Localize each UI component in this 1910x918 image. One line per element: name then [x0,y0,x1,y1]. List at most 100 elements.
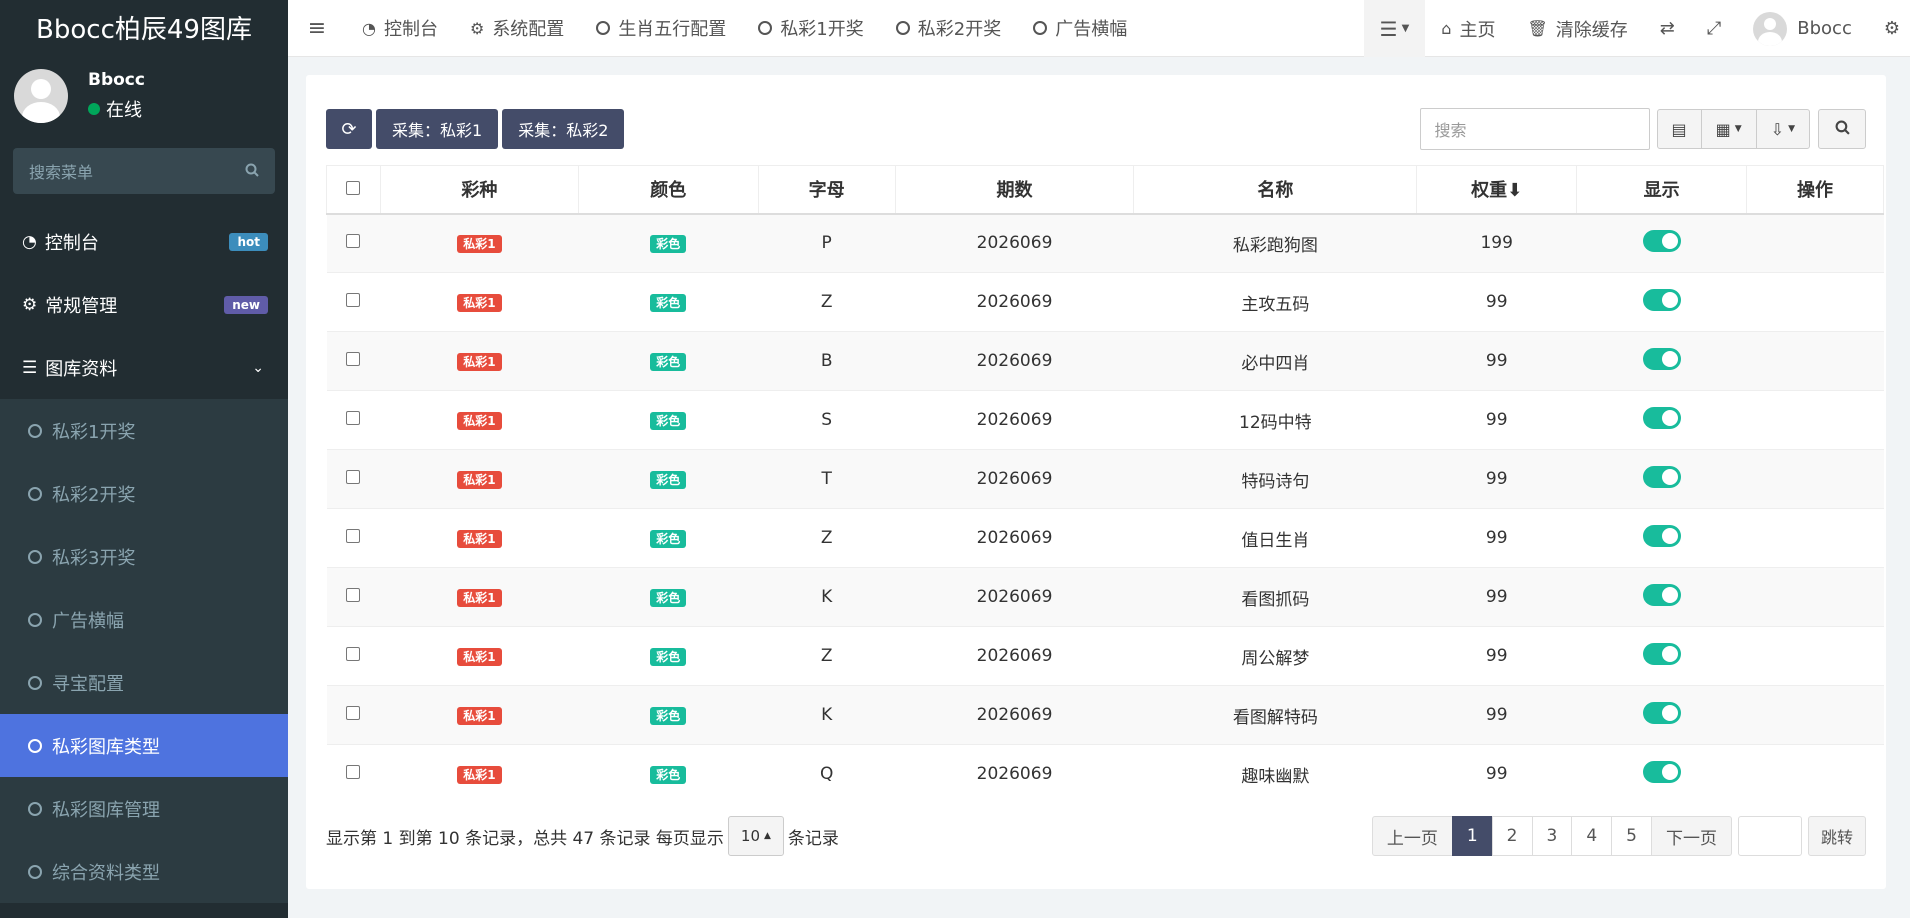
table-row[interactable]: 私彩1 彩色 T 2026069 特码诗句 99 [326,449,1884,509]
jump-button[interactable]: 跳转 [1807,816,1866,856]
row-checkbox[interactable] [346,234,361,249]
collect-lottery1-button[interactable]: 采集：私彩1 [376,109,499,149]
page-5-button[interactable]: 5 [1611,816,1652,856]
display-toggle[interactable] [1642,229,1681,252]
menu-search-input[interactable]: 搜索菜单 [13,148,275,194]
tabs-dropdown-button[interactable]: ☰ ▼ [1363,0,1426,57]
page-size-select[interactable]: 10 ▲ [727,816,784,856]
table-row[interactable]: 私彩1 彩色 Z 2026069 值日生肖 99 [326,508,1884,568]
row-checkbox[interactable] [346,529,361,543]
display-toggle[interactable] [1642,583,1681,606]
row-checkbox[interactable] [346,765,361,780]
tab-system-config[interactable]: ⚙ 系统配置 [454,0,580,57]
row-checkbox[interactable] [346,352,361,366]
page-3-button[interactable]: 3 [1531,816,1573,856]
col-letter[interactable]: 字母 [757,165,896,215]
sidebar-item-label: 常规管理 [45,295,118,317]
sidebar-item-banner[interactable]: 广告横幅 [0,588,288,651]
sidebar-item-lottery3-draw[interactable]: 私彩3开奖 [0,525,288,588]
clear-cache-button[interactable]: 🗑 清除缓存 [1511,0,1643,57]
table-search-input[interactable]: 搜索 [1419,108,1650,150]
hot-badge: hot [229,232,268,251]
tab-banner[interactable]: 广告横幅 [1017,0,1143,57]
table-tools: 搜索 ▤ ▦ ▼ ⇩ ▼ [1419,108,1866,150]
type-cell: 私彩1 [380,331,579,391]
col-issue[interactable]: 期数 [894,165,1135,215]
search-icon[interactable] [245,162,259,181]
row-select-cell [326,508,381,568]
display-toggle[interactable] [1642,288,1681,311]
sidebar-item-dashboard[interactable]: ◔ 控制台 hot [0,210,288,273]
display-toggle[interactable] [1642,465,1681,488]
row-checkbox[interactable] [346,647,361,661]
row-checkbox[interactable] [346,588,361,602]
actions-cell [1746,272,1884,332]
col-display[interactable]: 显示 [1576,165,1748,215]
tab-lottery1-draw[interactable]: 私彩1开奖 [742,0,879,57]
sidebar-item-gallery[interactable]: ☰ 图库资料 ⌄ [0,336,288,399]
display-toggle[interactable] [1642,760,1681,783]
advanced-search-button[interactable] [1818,109,1866,149]
tab-zodiac-config[interactable]: 生肖五行配置 [580,0,742,57]
row-select-cell [326,567,381,627]
display-toggle[interactable] [1642,642,1681,665]
home-link[interactable]: ⌂ 主页 [1425,0,1511,57]
table-row[interactable]: 私彩1 彩色 S 2026069 12码中特 99 [326,390,1884,450]
menu-toggle-icon[interactable]: ≡ [288,0,346,57]
col-name[interactable]: 名称 [1133,165,1418,215]
user-menu[interactable]: Bbocc [1737,0,1868,57]
row-checkbox[interactable] [346,293,361,307]
row-checkbox[interactable] [346,411,361,425]
sidebar-item-gallery-type[interactable]: 私彩图库类型 [0,714,288,777]
sidebar-item-gallery-manage[interactable]: 私彩图库管理 [0,777,288,840]
sidebar-item-general-type[interactable]: 综合资料类型 [0,840,288,903]
settings-gear-icon[interactable]: ⚙ [1868,0,1910,57]
table-row[interactable]: 私彩1 彩色 K 2026069 看图解特码 99 [326,685,1884,745]
fullscreen-icon[interactable]: ⤢ [1691,0,1737,57]
export-button[interactable]: ⇩ ▼ [1755,109,1810,149]
display-toggle[interactable] [1642,406,1681,429]
table-row[interactable]: 私彩1 彩色 Z 2026069 主攻五码 99 [326,272,1884,332]
letter-cell: P [758,213,896,273]
records-info: 显示第 1 到第 10 条记录，总共 47 条记录 每页显示 [326,828,724,849]
table-row[interactable]: 私彩1 彩色 B 2026069 必中四肖 99 [326,331,1884,391]
page-1-button[interactable]: 1 [1451,816,1493,856]
page-2-button[interactable]: 2 [1491,816,1533,856]
page-4-button[interactable]: 4 [1571,816,1613,856]
sidebar-item-lottery2-draw[interactable]: 私彩2开奖 [0,462,288,525]
table-row[interactable]: 私彩1 彩色 P 2026069 私彩跑狗图 199 [326,213,1884,273]
actions-cell [1746,567,1884,627]
display-toggle[interactable] [1642,701,1681,724]
next-page-button[interactable]: 下一页 [1650,816,1732,856]
sidebar-item-treasure[interactable]: 寻宝配置 [0,651,288,714]
tab-lottery2-draw[interactable]: 私彩2开奖 [880,0,1017,57]
table-row[interactable]: 私彩1 彩色 K 2026069 看图抓码 99 [326,567,1884,627]
columns-button[interactable]: ▦ ▼ [1700,109,1757,149]
row-checkbox[interactable] [346,470,361,484]
col-color[interactable]: 颜色 [577,165,759,215]
row-checkbox[interactable] [346,706,361,720]
jump-page-input[interactable] [1737,816,1802,856]
letter-cell: S [758,390,896,450]
card-view-button[interactable]: ▤ [1656,109,1702,149]
language-icon[interactable]: ⇄ [1644,0,1691,57]
select-all-checkbox[interactable] [346,180,361,195]
circle-icon [28,423,42,438]
app-logo[interactable]: Bbocc柏辰49图库 [0,0,288,54]
display-toggle[interactable] [1642,347,1681,370]
display-toggle[interactable] [1642,524,1681,547]
tab-dashboard[interactable]: ◔ 控制台 [346,0,454,57]
prev-page-button[interactable]: 上一页 [1371,816,1453,856]
grid-icon: ▦ [1715,119,1731,139]
collect-lottery2-button[interactable]: 采集：私彩2 [502,109,625,149]
table-row[interactable]: 私彩1 彩色 Q 2026069 趣味幽默 99 [326,744,1884,804]
type-cell: 私彩1 [380,685,579,745]
refresh-button[interactable]: ⟳ [326,109,372,149]
table-row[interactable]: 私彩1 彩色 Z 2026069 周公解梦 99 [326,626,1884,686]
sidebar-item-lottery1-draw[interactable]: 私彩1开奖 [0,399,288,462]
col-weight[interactable]: 权重⬇ [1416,165,1578,215]
col-type[interactable]: 彩种 [379,165,579,215]
sidebar-item-general[interactable]: ⚙ 常规管理 new [0,273,288,336]
color-label: 彩色 [650,766,687,785]
new-badge: new [224,295,268,314]
